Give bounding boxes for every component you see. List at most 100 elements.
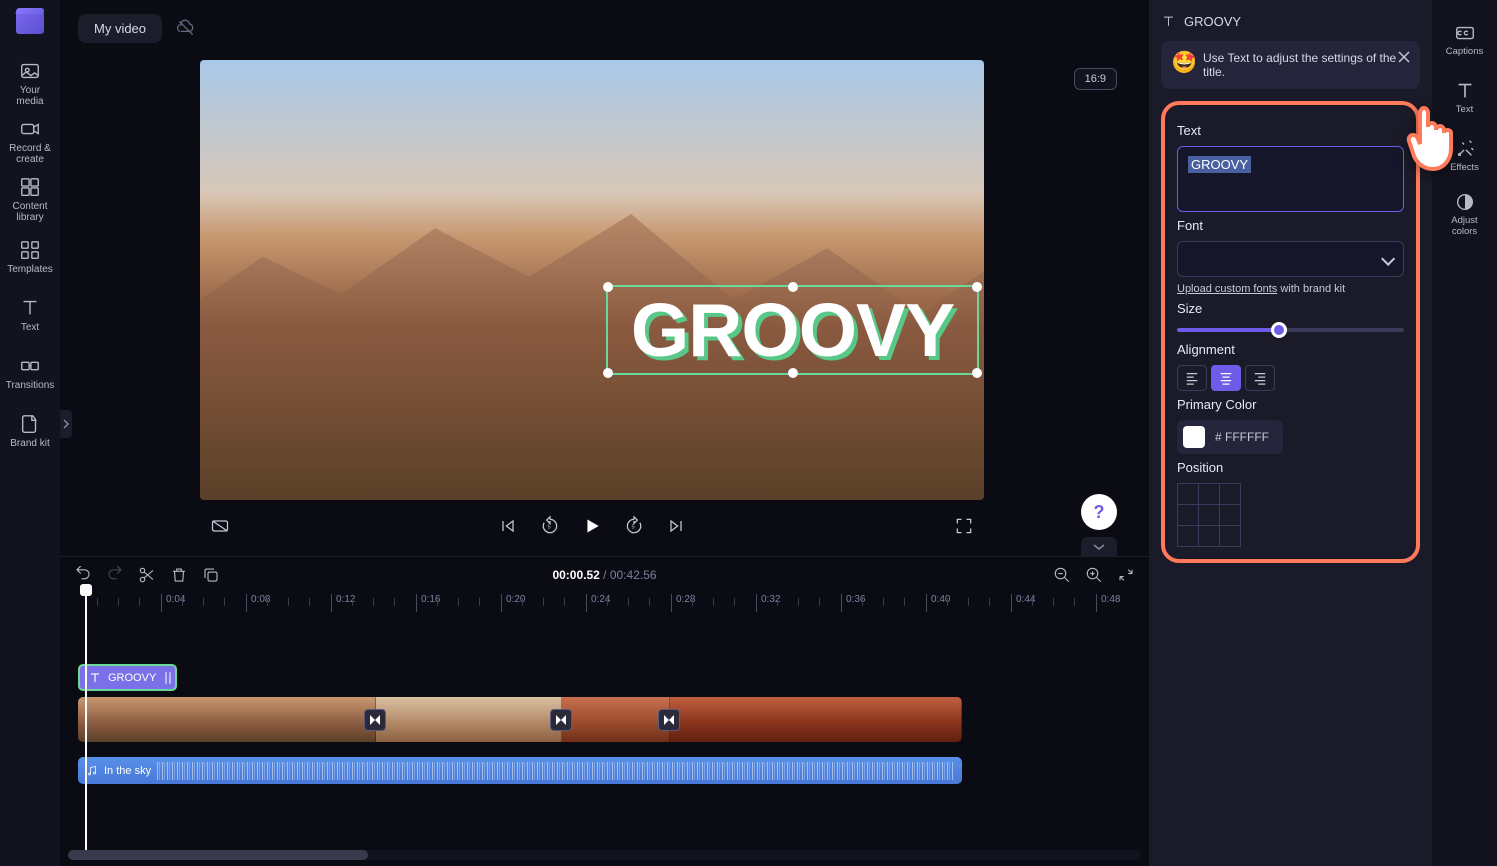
timeline-text-clip[interactable]: GROOVY (78, 664, 177, 691)
media-icon (19, 60, 41, 82)
transition-marker[interactable] (364, 709, 386, 731)
resize-handle-br[interactable] (972, 368, 982, 378)
color-hex-value: # FFFFFF (1215, 430, 1277, 444)
delete-icon[interactable] (170, 566, 188, 584)
emoji-icon (1173, 51, 1195, 73)
resize-handle-tm[interactable] (788, 282, 798, 292)
transition-marker[interactable] (550, 709, 572, 731)
position-cell-mr[interactable] (1220, 505, 1240, 525)
svg-text:5: 5 (548, 525, 551, 531)
position-cell-tc[interactable] (1199, 484, 1219, 504)
forward-5s-icon[interactable]: 5 (624, 516, 644, 536)
position-cell-bl[interactable] (1178, 526, 1198, 546)
undo-icon[interactable] (74, 566, 92, 584)
align-center-button[interactable] (1211, 365, 1241, 391)
position-field-label: Position (1177, 460, 1404, 475)
align-right-button[interactable] (1245, 365, 1275, 391)
text-field-label: Text (1177, 123, 1404, 138)
rail-label: Captions (1446, 47, 1484, 57)
position-cell-tl[interactable] (1178, 484, 1198, 504)
scrollbar-thumb[interactable] (68, 850, 368, 860)
video-clip-3[interactable] (562, 697, 670, 742)
hide-preview-icon[interactable] (210, 516, 230, 536)
sidebar-item-transitions[interactable]: Transitions (6, 346, 54, 400)
sidebar-item-brand-kit[interactable]: Brand kit (6, 404, 54, 458)
sidebar-item-content-library[interactable]: Content library (6, 172, 54, 226)
position-cell-ml[interactable] (1178, 505, 1198, 525)
rewind-5s-icon[interactable]: 5 (540, 516, 560, 536)
primary-color-picker[interactable]: # FFFFFF (1177, 420, 1283, 454)
position-cell-mc[interactable] (1199, 505, 1219, 525)
position-cell-br[interactable] (1220, 526, 1240, 546)
timeline-audio-clip[interactable]: In the sky (78, 757, 962, 784)
text-overlay-selection[interactable]: GROOVY (606, 285, 979, 375)
tip-banner: Use Text to adjust the settings of the t… (1161, 41, 1420, 89)
split-icon[interactable] (138, 566, 156, 584)
align-left-button[interactable] (1177, 365, 1207, 391)
left-sidebar: Your media Record & create Content libra… (0, 0, 60, 866)
camera-icon (19, 118, 41, 140)
sidebar-item-record-create[interactable]: Record & create (6, 114, 54, 168)
position-cell-bc[interactable] (1199, 526, 1219, 546)
close-icon[interactable] (1396, 49, 1412, 65)
position-cell-tr[interactable] (1220, 484, 1240, 504)
sidebar-item-templates[interactable]: Templates (6, 230, 54, 284)
fit-timeline-icon[interactable] (1117, 566, 1135, 584)
ruler-tick: 0:48 (1096, 594, 1120, 612)
sidebar-label: Text (21, 322, 39, 333)
help-button[interactable]: ? (1081, 494, 1117, 530)
duplicate-icon[interactable] (202, 566, 220, 584)
project-title[interactable]: My video (78, 14, 162, 43)
slider-thumb[interactable] (1271, 322, 1287, 338)
size-slider[interactable] (1177, 328, 1404, 332)
cloud-sync-off-icon[interactable] (176, 18, 196, 38)
chevron-down-icon (1093, 543, 1105, 551)
video-clip-4[interactable] (670, 697, 962, 742)
zoom-in-icon[interactable] (1085, 566, 1103, 584)
rail-item-captions[interactable]: Captions (1439, 14, 1491, 66)
sidebar-expand-handle[interactable] (60, 410, 72, 438)
text-content-input[interactable]: GROOVY (1177, 146, 1404, 212)
font-select-dropdown[interactable] (1177, 241, 1404, 277)
sidebar-label: Templates (7, 264, 53, 275)
sidebar-item-text[interactable]: Text (6, 288, 54, 342)
video-preview[interactable]: GROOVY (200, 60, 984, 500)
aspect-ratio-selector[interactable]: 16:9 (1074, 68, 1117, 90)
rail-label: Effects (1450, 163, 1479, 173)
timeline-video-track[interactable] (78, 697, 962, 742)
captions-icon (1454, 22, 1476, 44)
text-clip-label: GROOVY (108, 672, 156, 684)
font-field-label: Font (1177, 218, 1404, 233)
resize-handle-bl[interactable] (603, 368, 613, 378)
timeline-horizontal-scrollbar[interactable] (68, 850, 1141, 860)
playback-bar: 5 5 (200, 508, 984, 544)
rail-item-adjust-colors[interactable]: Adjust colors (1439, 188, 1491, 240)
text-clip-icon (88, 671, 102, 685)
timeline-ruler[interactable]: 0:040:080:120:160:200:240:280:320:360:40… (76, 592, 1149, 614)
skip-end-icon[interactable] (666, 516, 686, 536)
text-settings-highlighted: Text GROOVY Font Upload custom fonts wit… (1161, 101, 1420, 563)
sidebar-item-your-media[interactable]: Your media (6, 56, 54, 110)
rail-item-effects[interactable]: Effects (1439, 130, 1491, 182)
fullscreen-icon[interactable] (954, 516, 974, 536)
resize-handle-tr[interactable] (972, 282, 982, 292)
resize-handle-tl[interactable] (603, 282, 613, 292)
timeline-timecode: 00:00.52 / 00:42.56 (552, 568, 656, 582)
collapse-preview-button[interactable] (1081, 537, 1117, 557)
redo-icon[interactable] (106, 566, 124, 584)
play-button[interactable] (582, 516, 602, 536)
transition-marker[interactable] (658, 709, 680, 731)
rail-item-text[interactable]: Text (1439, 72, 1491, 124)
video-clip-1[interactable] (78, 697, 376, 742)
text-icon (1161, 14, 1176, 29)
upload-fonts-link[interactable]: Upload custom fonts (1177, 283, 1277, 295)
text-icon (19, 297, 41, 319)
rail-label: Text (1456, 105, 1473, 115)
text-icon (1454, 80, 1476, 102)
zoom-out-icon[interactable] (1053, 566, 1071, 584)
skip-start-icon[interactable] (498, 516, 518, 536)
resize-handle-bm[interactable] (788, 368, 798, 378)
playhead[interactable] (85, 590, 87, 850)
video-clip-2[interactable] (376, 697, 562, 742)
app-logo[interactable] (16, 12, 44, 34)
